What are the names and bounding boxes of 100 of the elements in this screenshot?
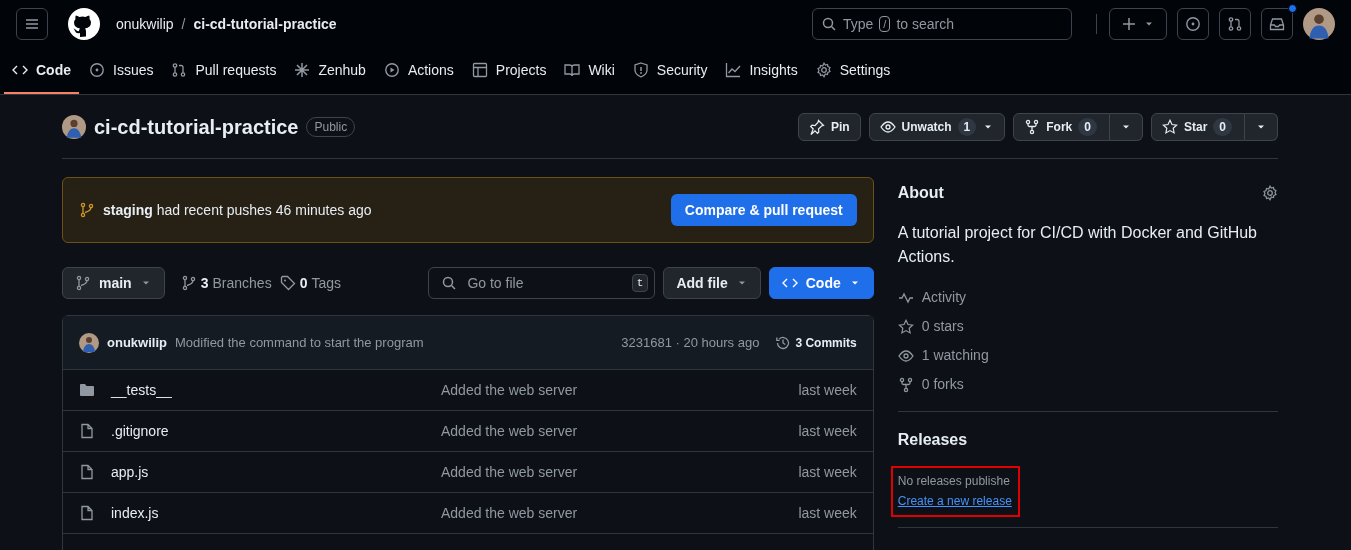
section-heading: Releases — [897, 430, 969, 450]
stat-link[interactable]: 0 forks — [897, 370, 964, 399]
placeholder-text: to search — [896, 14, 954, 34]
placeholder-text: Go to file — [467, 273, 525, 293]
tab[interactable]: Settings — [807, 48, 899, 94]
commit-message[interactable]: Added the web server — [441, 379, 578, 401]
stat-link[interactable]: Activity — [897, 283, 967, 312]
logo-icon[interactable] — [68, 8, 100, 40]
fork-icon — [1024, 118, 1041, 135]
settings-button[interactable] — [1262, 185, 1278, 201]
commit-time: last week — [798, 421, 857, 441]
commit-time: last week — [798, 462, 857, 482]
issues-button[interactable] — [1177, 8, 1209, 40]
count-label: 0 — [1213, 117, 1232, 136]
commit-message[interactable]: Added the web server — [441, 420, 578, 442]
fork-button[interactable]: Fork 0 — [1013, 112, 1110, 141]
search-icon — [821, 16, 837, 32]
branch-icon — [79, 202, 95, 218]
create-button[interactable] — [1109, 8, 1167, 40]
commit-author[interactable]: onukwilip — [107, 332, 167, 353]
repo-description: A tutorial project for CI/CD with Docker and GitHub Actions. — [897, 223, 1258, 267]
history-icon — [775, 334, 792, 351]
commit-message[interactable]: Added the web server — [441, 461, 578, 483]
shield-icon — [632, 62, 649, 78]
book-icon — [564, 62, 581, 78]
graph-icon — [725, 62, 742, 78]
pin-icon — [808, 118, 825, 135]
compare-pull-request-button[interactable]: Compare & pull request — [670, 194, 857, 226]
file-icon — [79, 423, 95, 439]
shortcut-key: t — [631, 274, 649, 292]
search-field[interactable]: Type / to search — [812, 8, 1072, 40]
inbox-icon — [1269, 16, 1285, 32]
pull-request-icon — [1227, 16, 1243, 32]
stat-link[interactable]: 0 stars — [897, 312, 964, 341]
watch-button[interactable]: Unwatch 1 — [868, 112, 1006, 141]
count-label: 0 — [1078, 117, 1097, 136]
settings-icon — [815, 62, 832, 78]
tab[interactable]: Projects — [463, 48, 555, 94]
branches-link[interactable]: 3 Branches — [180, 272, 272, 294]
repo-name: ci-cd-tutorial-practice — [94, 114, 299, 140]
file-search-field[interactable]: Go to file t — [428, 267, 656, 299]
file-icon — [79, 505, 95, 521]
branch-icon — [180, 275, 197, 291]
commit-message[interactable]: Added the web server — [441, 502, 578, 524]
file-name[interactable]: index.js — [111, 502, 441, 524]
eye-icon — [879, 118, 896, 135]
settings-icon — [1262, 185, 1278, 201]
section-heading: About — [897, 183, 944, 203]
tag-icon — [279, 275, 296, 291]
tab[interactable]: Actions — [375, 48, 462, 94]
pin-button[interactable]: Pin — [797, 112, 861, 141]
tab[interactable]: Pull requests — [163, 48, 285, 94]
file-icon — [79, 464, 95, 480]
star-button[interactable]: Star 0 — [1150, 112, 1245, 141]
commit-time: last week — [798, 380, 857, 400]
star-icon — [1161, 118, 1178, 135]
avatar — [79, 332, 99, 353]
issue-icon — [89, 62, 105, 78]
breadcrumb-separator: / — [181, 14, 186, 34]
avatar — [62, 114, 86, 139]
stat-link[interactable]: 1 watching — [897, 341, 989, 370]
plus-icon — [1121, 16, 1137, 32]
tab[interactable]: Wiki — [556, 48, 623, 94]
code-button[interactable]: Code — [768, 267, 874, 299]
create-release-link[interactable]: Create a new release — [897, 494, 1012, 508]
issue-icon — [1185, 16, 1201, 32]
play-icon — [383, 62, 400, 78]
branch-icon — [75, 275, 91, 291]
menu-icon — [24, 16, 40, 32]
release-note: No releases publishe — [897, 473, 1011, 490]
pull-requests-button[interactable] — [1219, 8, 1251, 40]
file-name[interactable]: __tests__ — [111, 379, 441, 401]
banner-text: staging had recent pushes 46 minutes ago — [103, 200, 372, 220]
user-avatar[interactable] — [1303, 8, 1335, 40]
menu-button[interactable] — [16, 8, 48, 40]
tab[interactable]: Code — [4, 48, 79, 94]
tags-link[interactable]: 0 Tags — [279, 272, 341, 294]
tab[interactable]: Zenhub — [286, 48, 374, 94]
branch-selector[interactable]: main — [62, 267, 165, 299]
file-name[interactable]: .gitignore — [111, 420, 441, 442]
commits-link[interactable]: 3 Commits — [775, 333, 857, 352]
star-icon — [897, 318, 914, 335]
eye-icon — [897, 347, 914, 364]
commit-time: last week — [798, 503, 857, 523]
asterisk-icon — [294, 62, 311, 78]
add-file-button[interactable]: Add file — [663, 267, 761, 299]
file-name[interactable]: app.js — [111, 461, 441, 483]
commit-message[interactable]: Modified the command to start the program — [174, 332, 424, 353]
tab[interactable]: Security — [624, 48, 716, 94]
pull-request-icon — [171, 62, 188, 78]
repo-link[interactable]: ci-cd-tutorial-practice — [193, 13, 337, 35]
commit-hash-time: 3231681 · 20 hours ago — [621, 333, 760, 352]
tab[interactable]: Insights — [717, 48, 806, 94]
fork-icon — [897, 376, 914, 393]
owner-link[interactable]: onukwilip — [116, 13, 174, 35]
placeholder-text: Type — [843, 14, 874, 34]
count-label: 1 — [957, 117, 977, 136]
tab[interactable]: Issues — [81, 48, 162, 94]
folder-icon — [79, 382, 95, 398]
table-icon — [471, 62, 488, 78]
